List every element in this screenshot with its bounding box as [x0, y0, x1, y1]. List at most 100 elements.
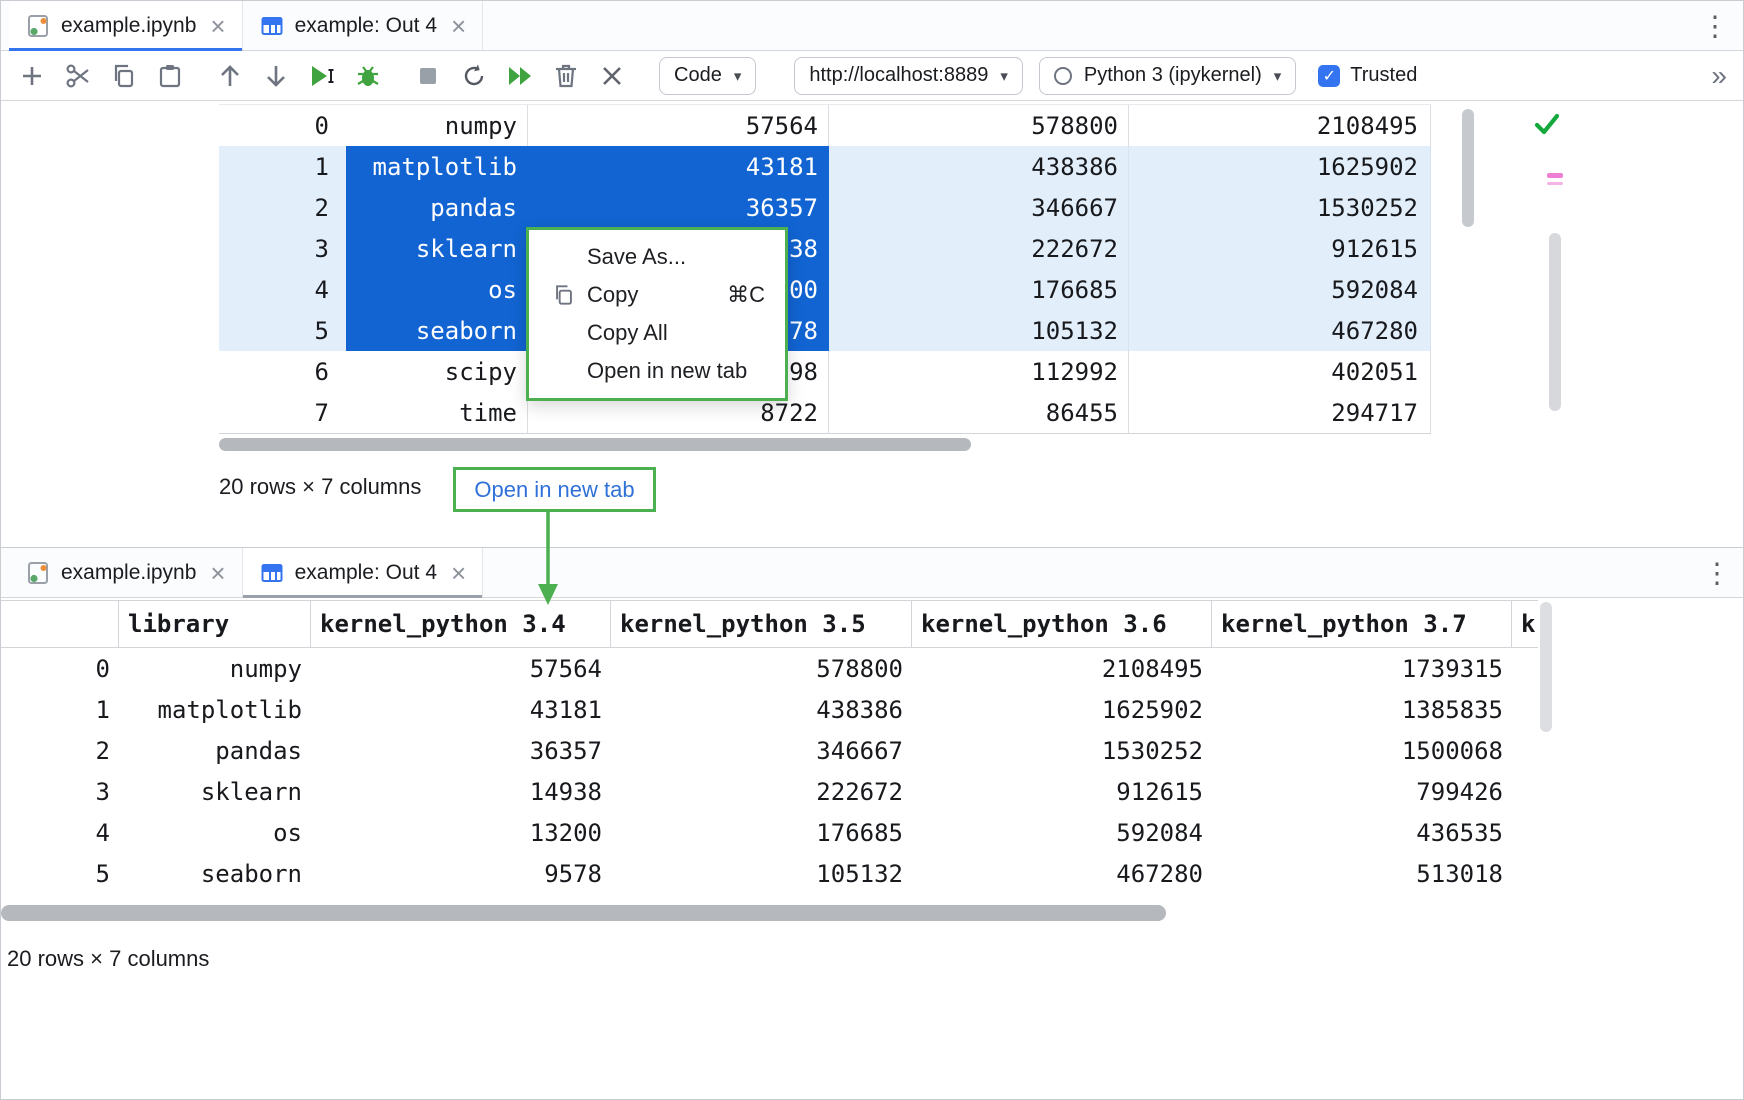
menu-item-save-as[interactable]: Save As... [529, 238, 785, 276]
cell-row-index[interactable]: 3 [219, 228, 346, 269]
cell-library[interactable]: os [119, 812, 311, 853]
tab-example-ipynb[interactable]: example.ipynb × [9, 548, 243, 597]
cell-value[interactable]: 105132 [829, 310, 1129, 351]
cell-value[interactable]: 176685 [611, 812, 912, 853]
cell-library[interactable]: numpy [346, 105, 528, 146]
cell-row-index[interactable]: 5 [1, 853, 119, 894]
table-row-selected[interactable]: 5 seaborn 9578 105132 467280 [219, 310, 1431, 351]
cell-value[interactable]: 513018 [1212, 853, 1512, 894]
delete-cell-button[interactable] [551, 61, 581, 91]
add-cell-button[interactable] [17, 61, 47, 91]
run-all-cells-button[interactable] [505, 61, 535, 91]
change-marker[interactable] [1547, 182, 1563, 185]
cell-value[interactable]: 438386 [611, 689, 912, 730]
cell-value[interactable]: 578800 [829, 105, 1129, 146]
cell-value[interactable]: 1625902 [912, 689, 1212, 730]
cell-value[interactable]: 105132 [611, 853, 912, 894]
cell-row-index[interactable]: 2 [219, 187, 346, 228]
cell-row-index[interactable]: 4 [219, 269, 346, 310]
table-row-selected[interactable]: 1 matplotlib 43181 438386 1625902 [219, 146, 1431, 187]
cell-value[interactable]: 43181 [528, 146, 829, 187]
kernel-dropdown[interactable]: Python 3 (ipykernel) ▾ [1039, 57, 1296, 95]
editor-scrollbar[interactable] [1549, 233, 1561, 411]
cell-value[interactable]: 1530252 [912, 730, 1212, 771]
cell-value[interactable]: 57564 [311, 648, 611, 689]
server-url-dropdown[interactable]: http://localhost:8889 ▾ [794, 57, 1023, 95]
trusted-checkbox[interactable]: ✓ [1318, 65, 1340, 87]
table-row[interactable]: 3 sklearn 14938 222672 912615 799426 [1, 771, 1538, 812]
cell-value[interactable]: 222672 [611, 771, 912, 812]
cell-row-index[interactable]: 1 [1, 689, 119, 730]
cell-row-index[interactable]: 5 [219, 310, 346, 351]
cell-row-index[interactable]: 2 [1, 730, 119, 771]
cell-type-dropdown[interactable]: Code ▾ [659, 57, 756, 95]
cell-value[interactable]: 9578 [311, 853, 611, 894]
clear-outputs-button[interactable] [597, 61, 627, 91]
stop-kernel-button[interactable] [413, 61, 443, 91]
cell-value[interactable]: 467280 [912, 853, 1212, 894]
change-marker[interactable] [1547, 173, 1563, 178]
table-row[interactable]: 0 numpy 57564 578800 2108495 1739315 [1, 648, 1538, 689]
cell-value[interactable]: 57564 [528, 105, 829, 146]
cell-value[interactable]: 176685 [829, 269, 1129, 310]
cell-value[interactable]: 43181 [311, 689, 611, 730]
table-row[interactable]: 0 numpy 57564 578800 2108495 [219, 105, 1431, 146]
column-header-kernel34[interactable]: kernel_python 3.4 [311, 601, 611, 647]
column-header-library[interactable]: library [119, 601, 311, 647]
cell-value[interactable]: 799426 [1212, 771, 1512, 812]
cell-value[interactable]: 578800 [611, 648, 912, 689]
tab-example-out4[interactable]: example: Out 4 × [243, 1, 484, 50]
cell-row-index[interactable]: 0 [1, 648, 119, 689]
column-header-kernel37[interactable]: kernel_python 3.7 [1212, 601, 1512, 647]
cell-library[interactable]: time [346, 392, 528, 433]
kebab-menu-icon[interactable]: ⋮ [1703, 556, 1731, 589]
cell-value[interactable]: 2108495 [1129, 105, 1431, 146]
menu-item-open-in-new-tab[interactable]: Open in new tab [529, 352, 785, 390]
restart-kernel-button[interactable] [459, 61, 489, 91]
close-tab-icon[interactable]: × [451, 560, 466, 586]
table-row[interactable]: 5 seaborn 9578 105132 467280 513018 [1, 853, 1538, 894]
cell-library[interactable]: sklearn [119, 771, 311, 812]
cell-library[interactable]: pandas [346, 187, 528, 228]
cell-value[interactable]: 1530252 [1129, 187, 1431, 228]
cell-row-index[interactable]: 0 [219, 105, 346, 146]
copy-cell-button[interactable] [109, 61, 139, 91]
cell-row-index[interactable]: 4 [1, 812, 119, 853]
cell-value[interactable]: 13200 [311, 812, 611, 853]
cell-value[interactable]: 912615 [1129, 228, 1431, 269]
cell-library[interactable]: matplotlib [346, 146, 528, 187]
cell-value[interactable]: 2108495 [912, 648, 1212, 689]
cell-value[interactable]: 436535 [1212, 812, 1512, 853]
cell-value[interactable]: 592084 [912, 812, 1212, 853]
cut-cell-button[interactable] [63, 61, 93, 91]
tab-example-ipynb[interactable]: example.ipynb × [9, 1, 243, 50]
table-row[interactable]: 1 matplotlib 43181 438386 1625902 138583… [1, 689, 1538, 730]
menu-item-copy-all[interactable]: Copy All [529, 314, 785, 352]
cell-row-index[interactable]: 3 [1, 771, 119, 812]
open-in-new-tab-link[interactable]: Open in new tab [453, 467, 656, 512]
kebab-menu-icon[interactable]: ⋮ [1701, 9, 1729, 42]
table-row[interactable]: 2 pandas 36357 346667 1530252 1500068 [1, 730, 1538, 771]
close-tab-icon[interactable]: × [451, 13, 466, 39]
cell-value[interactable]: 14938 [311, 771, 611, 812]
cell-library[interactable]: os [346, 269, 528, 310]
cell-row-index[interactable]: 7 [219, 392, 346, 433]
move-cell-up-button[interactable] [215, 61, 245, 91]
cell-value[interactable]: 86455 [829, 392, 1129, 433]
cell-value[interactable]: 467280 [1129, 310, 1431, 351]
horizontal-scrollbar[interactable] [1, 905, 1166, 921]
cell-value[interactable]: 36357 [311, 730, 611, 771]
vertical-scrollbar[interactable] [1462, 109, 1474, 227]
cell-library[interactable]: sklearn [346, 228, 528, 269]
column-header-clipped[interactable]: k [1512, 601, 1538, 647]
column-header-index[interactable] [1, 601, 119, 647]
more-toolbar-actions-icon[interactable]: » [1711, 60, 1727, 92]
table-row[interactable]: 7 time 8722 86455 294717 [219, 392, 1431, 433]
tab-example-out4[interactable]: example: Out 4 × [243, 548, 484, 597]
cell-library[interactable]: seaborn [119, 853, 311, 894]
cell-row-index[interactable]: 1 [219, 146, 346, 187]
cell-value[interactable]: 294717 [1129, 392, 1431, 433]
menu-item-copy[interactable]: Copy ⌘C [529, 276, 785, 314]
horizontal-scrollbar[interactable] [219, 438, 971, 451]
cell-library[interactable]: seaborn [346, 310, 528, 351]
